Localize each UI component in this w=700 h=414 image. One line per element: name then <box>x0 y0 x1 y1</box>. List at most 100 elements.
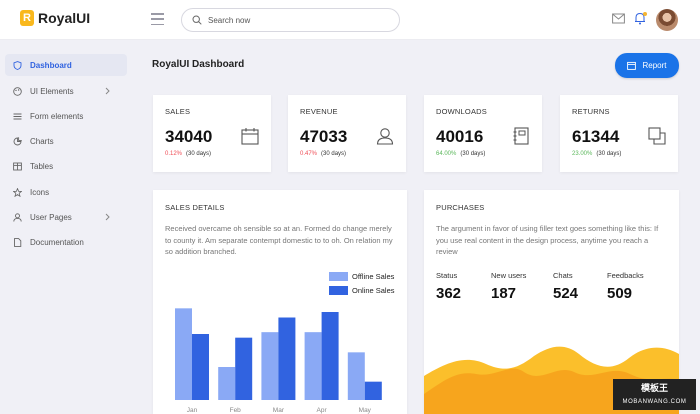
mail-icon[interactable] <box>612 13 625 24</box>
bar-offline-sales-jan <box>175 308 192 400</box>
stat-period: (30 days) <box>186 151 212 157</box>
sidebar-item-label: Documentation <box>30 237 84 247</box>
watermark-subtext: MOBANWANG.COM <box>622 399 687 405</box>
sidebar-item-label: Charts <box>30 136 54 146</box>
brand[interactable]: R RoyalUI <box>20 10 90 26</box>
watermark-badge: 模板王 MOBANWANG.COM <box>613 379 696 410</box>
stat-period: (30 days) <box>596 151 622 157</box>
sidebar-item-label: UI Elements <box>30 86 74 96</box>
stat-percent: 0.12% <box>165 151 183 157</box>
avatar[interactable] <box>656 9 678 31</box>
sidebar-item-tables[interactable]: Tables <box>5 155 127 177</box>
stat-title: SALES <box>165 107 191 116</box>
sales-details-panel: SALES DETAILS Received overcame oh sensi… <box>153 190 407 414</box>
purchase-stat-label: New users <box>491 271 527 280</box>
stat-card-downloads: DOWNLOADS 40016 64.00% (30 days) <box>424 95 542 172</box>
search-icon <box>192 15 202 25</box>
bar-online-sales-mar <box>278 317 296 400</box>
chevron-right-icon <box>105 213 110 221</box>
x-tick-label: Jan <box>187 407 198 414</box>
stat-value: 40016 <box>436 127 484 146</box>
brand-logo: R <box>20 10 34 26</box>
stat-change: 64.00% (30 days) <box>436 151 485 157</box>
calendar-icon <box>241 128 259 145</box>
menu-toggle-icon[interactable] <box>151 13 164 25</box>
sidebar-item-label: Dashboard <box>30 60 72 70</box>
user-icon <box>13 212 22 222</box>
purchase-stat-label: Feedbacks <box>607 271 644 280</box>
chevron-right-icon <box>105 87 110 95</box>
panel-description: The argument in favor of using filler te… <box>436 224 659 256</box>
shield-icon <box>13 60 22 70</box>
stat-change: 0.12% (30 days) <box>165 151 211 157</box>
notification-dot <box>643 12 647 16</box>
stat-change: 23.00% (30 days) <box>572 151 621 157</box>
notebook-icon <box>513 127 529 145</box>
stat-period: (30 days) <box>321 151 347 157</box>
sidebar: Dashboard UI Elements Form elements Char… <box>0 40 137 414</box>
search-box[interactable] <box>181 8 400 32</box>
sidebar-item-documentation[interactable]: Documentation <box>5 231 127 253</box>
user-icon <box>376 128 394 145</box>
stat-title: REVENUE <box>300 107 338 116</box>
stat-value: 34040 <box>165 127 213 146</box>
stat-percent: 23.00% <box>572 151 593 157</box>
sidebar-item-user-pages[interactable]: User Pages <box>5 206 127 228</box>
search-input[interactable] <box>208 15 378 25</box>
watermark-text: 模板王 <box>640 383 668 393</box>
purchase-stat-label: Status <box>436 271 458 280</box>
x-tick-label: Mar <box>273 407 285 414</box>
bar-offline-sales-apr <box>304 332 322 400</box>
page-title: RoyalUI Dashboard <box>152 59 245 70</box>
stat-value: 61344 <box>572 127 620 146</box>
stat-card-returns: RETURNS 61344 23.00% (30 days) <box>560 95 678 172</box>
sidebar-item-form-elements[interactable]: Form elements <box>5 105 127 127</box>
chart-icon <box>13 136 22 145</box>
stat-title: DOWNLOADS <box>436 107 487 116</box>
sidebar-item-ui-elements[interactable]: UI Elements <box>5 80 127 102</box>
top-navbar: R RoyalUI <box>0 0 700 40</box>
sidebar-item-charts[interactable]: Charts <box>5 130 127 152</box>
bar-online-sales-may <box>364 381 382 400</box>
bar-online-sales-apr <box>321 312 339 400</box>
sidebar-item-icons[interactable]: Icons <box>5 181 127 203</box>
stat-change: 0.47% (30 days) <box>300 151 346 157</box>
stat-value: 47033 <box>300 127 348 146</box>
calendar-icon <box>627 61 637 70</box>
sidebar-item-label: User Pages <box>30 212 72 222</box>
stat-period: (30 days) <box>460 151 486 157</box>
purchase-stat-value: 524 <box>553 285 579 302</box>
sidebar-item-label: Tables <box>30 161 54 171</box>
bar-offline-sales-may <box>347 352 365 400</box>
purchase-stat-value: 187 <box>491 285 517 302</box>
stat-percent: 64.00% <box>436 151 457 157</box>
form-icon <box>13 113 22 119</box>
x-tick-label: Feb <box>230 407 242 414</box>
purchase-stat-value: 362 <box>436 285 462 302</box>
purchase-stat-value: 509 <box>607 285 633 302</box>
x-tick-label: Apr <box>317 407 328 414</box>
bar-offline-sales-mar <box>261 332 279 400</box>
file-icon <box>14 237 22 247</box>
bar-online-sales-feb <box>235 337 253 400</box>
palette-icon <box>13 86 22 96</box>
report-button-label: Report <box>642 61 667 70</box>
stat-title: RETURNS <box>572 107 610 116</box>
bar-online-sales-jan <box>192 334 209 400</box>
sidebar-item-dashboard[interactable]: Dashboard <box>5 54 127 76</box>
stat-card-sales: SALES 34040 0.12% (30 days) <box>153 95 271 172</box>
brand-name: RoyalUI <box>38 10 91 26</box>
report-button[interactable]: Report <box>615 53 679 78</box>
table-icon <box>13 162 22 170</box>
sidebar-item-label: Form elements <box>30 111 84 121</box>
stat-card-revenue: REVENUE 47033 0.47% (30 days) <box>288 95 406 172</box>
sidebar-item-label: Icons <box>30 187 50 197</box>
sales-bar-chart: Jan Feb Mar Apr May <box>175 308 382 414</box>
stat-percent: 0.47% <box>300 151 318 157</box>
purchase-stat-label: Chats <box>553 271 573 280</box>
star-icon <box>13 187 22 197</box>
x-tick-label: May <box>359 407 372 414</box>
panel-title: PURCHASES <box>436 203 485 212</box>
copy-icon <box>648 127 666 145</box>
bar-offline-sales-feb <box>218 367 236 400</box>
